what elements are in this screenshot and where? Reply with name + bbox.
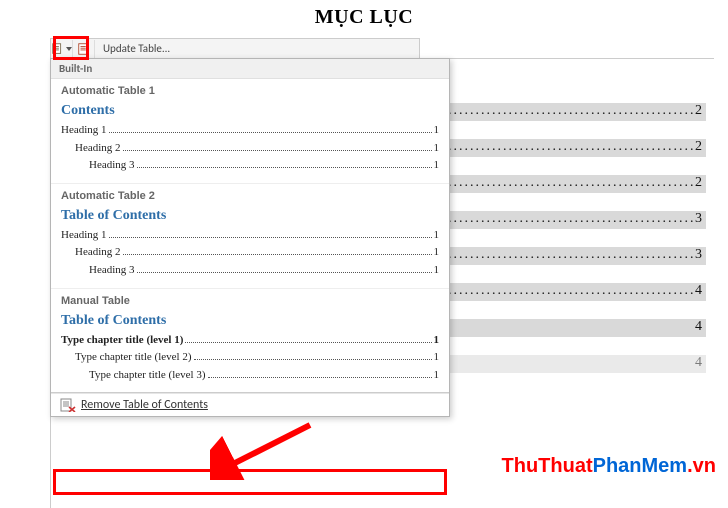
toc-options-dropdown[interactable] xyxy=(51,40,73,58)
remove-toc-label: Remove Table of Contents xyxy=(81,398,208,412)
page-title: MỤC LỤC xyxy=(0,0,728,37)
watermark: ThuThuatPhanMem.vn xyxy=(502,455,716,478)
gallery-item-auto1[interactable]: Automatic Table 1 Contents Heading 11 He… xyxy=(51,79,449,184)
doc-page-number: 4 xyxy=(695,319,702,335)
remove-toc-icon xyxy=(59,398,77,412)
doc-page-number: 4 xyxy=(695,355,702,371)
update-table-icon[interactable] xyxy=(73,40,95,58)
remove-toc-menuitem[interactable]: Remove Table of Contents xyxy=(51,393,449,416)
update-table-button[interactable]: Update Table... xyxy=(95,42,178,55)
gallery-item-manual[interactable]: Manual Table Table of Contents Type chap… xyxy=(51,289,449,394)
doc-page-number: 3 xyxy=(695,211,702,227)
doc-page-number: 2 xyxy=(695,103,702,119)
gallery-item-name: Automatic Table 1 xyxy=(61,85,439,97)
doc-page-number: 3 xyxy=(695,247,702,263)
doc-page-number: 2 xyxy=(695,139,702,155)
doc-page-number: 2 xyxy=(695,175,702,191)
toc-preview-title: Contents xyxy=(61,103,439,119)
gallery-item-name: Manual Table xyxy=(61,295,439,307)
toc-preview-title: Table of Contents xyxy=(61,208,439,224)
gallery-item-auto2[interactable]: Automatic Table 2 Table of Contents Head… xyxy=(51,184,449,289)
gallery-item-name: Automatic Table 2 xyxy=(61,190,439,202)
toc-preview-title: Table of Contents xyxy=(61,313,439,329)
toc-gallery-dropdown: Built-In Automatic Table 1 Contents Head… xyxy=(50,58,450,417)
gallery-section-builtin: Built-In xyxy=(51,59,449,79)
doc-page-number: 4 xyxy=(695,283,702,299)
toc-control-bar: Update Table... xyxy=(50,38,420,59)
